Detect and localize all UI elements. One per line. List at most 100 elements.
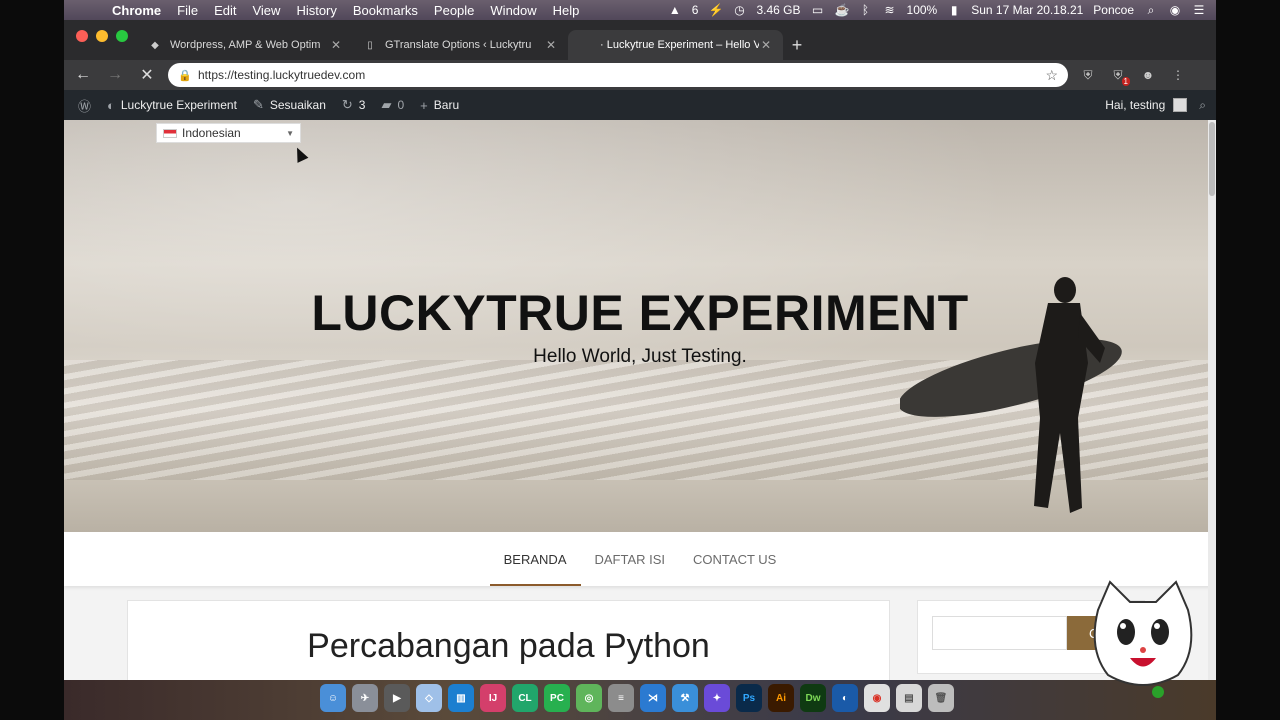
post-title[interactable]: Percabangan pada Python [128, 627, 889, 666]
coffee-icon[interactable]: ☕ [835, 4, 850, 16]
nav-daftar-isi[interactable]: DAFTAR ISI [581, 532, 680, 586]
main-navigation: BERANDA DAFTAR ISI CONTACT US [64, 532, 1216, 586]
stop-loading-button[interactable]: ✕ [136, 64, 158, 86]
comment-icon: ▰ [381, 97, 392, 112]
android-studio-icon[interactable]: ◎ [576, 684, 602, 712]
bookmark-star-icon[interactable]: ☆ [1045, 67, 1058, 84]
shield-extension-icon[interactable]: ⛨ [1078, 66, 1098, 84]
plus-icon: + [420, 97, 428, 113]
app-status-icon[interactable]: ▲ [668, 4, 682, 16]
display-icon[interactable]: ▭ [811, 4, 825, 16]
new-content-link[interactable]: + Baru [412, 90, 467, 120]
xcode-icon[interactable]: ⚒ [672, 684, 698, 712]
ublock-extension-icon[interactable]: ⛨ 1 [1108, 66, 1130, 86]
menu-history[interactable]: History [288, 3, 344, 18]
comments-count: 0 [397, 98, 405, 112]
url-text[interactable]: https://testing.luckytruedev.com [198, 68, 1045, 82]
site-title[interactable]: LUCKYTRUE EXPERIMENT [64, 284, 1216, 342]
close-tab-icon[interactable]: ✕ [329, 38, 343, 52]
forward-button[interactable]: → [104, 64, 126, 86]
shield-icon: ◆ [151, 39, 159, 51]
intellij-icon[interactable]: IJ [480, 684, 506, 712]
cube-icon[interactable]: ◇ [416, 684, 442, 712]
browser-toolbar: ← → ✕ 🔒 https://testing.luckytruedev.com… [64, 60, 1216, 90]
status-count: 6 [691, 3, 699, 17]
language-select[interactable]: Indonesian ▼ [156, 123, 301, 143]
menu-window[interactable]: Window [482, 3, 544, 18]
address-bar[interactable]: 🔒 https://testing.luckytruedev.com ☆ [168, 63, 1068, 87]
tab-gtranslate-options[interactable]: ▯ GTranslate Options ‹ Luckytru ✕ [353, 30, 568, 60]
wifi-icon[interactable]: ≋ [883, 4, 897, 16]
pycharm-icon[interactable]: PC [544, 684, 570, 712]
menu-edit[interactable]: Edit [206, 3, 244, 18]
menu-view[interactable]: View [244, 3, 288, 18]
trello-icon[interactable]: ▥ [448, 684, 474, 712]
safari-icon[interactable]: ◐ [832, 684, 858, 712]
site-name-link[interactable]: ◐ Luckytrue Experiment [99, 90, 245, 120]
photoshop-icon[interactable]: Ps [736, 684, 762, 712]
clion-icon[interactable]: CL [512, 684, 538, 712]
clock-icon[interactable]: ◷ [732, 4, 746, 16]
nav-contact-us[interactable]: CONTACT US [679, 532, 790, 586]
customize-link[interactable]: ✎ Sesuaikan [245, 90, 334, 120]
site-name: Luckytrue Experiment [120, 98, 237, 112]
chrome-menu-icon[interactable]: ⋮ [1168, 66, 1188, 84]
datetime[interactable]: Sun 17 Mar 20.18.21 [971, 3, 1083, 17]
database-icon[interactable]: ≡ [608, 684, 634, 712]
vscode-icon[interactable]: ⋊ [640, 684, 666, 712]
post-card: Percabangan pada Python [127, 600, 890, 680]
battery-percent: 100% [906, 3, 938, 17]
figma-icon[interactable]: ✦ [704, 684, 730, 712]
lock-icon[interactable]: 🔒 [178, 69, 192, 82]
trash-icon[interactable]: 🗑 [928, 684, 954, 712]
page-scrollbar[interactable] [1208, 120, 1216, 680]
finder-icon[interactable]: ☺ [320, 684, 346, 712]
tab-luckytrue-experiment[interactable]: Luckytrue Experiment – Hello V ✕ [568, 30, 783, 60]
search-input[interactable] [932, 616, 1067, 650]
avatar[interactable] [1173, 98, 1188, 112]
site-tagline: Hello World, Just Testing. [533, 346, 747, 367]
launchpad-icon[interactable]: ✈ [352, 684, 378, 712]
nav-beranda[interactable]: BERANDA [489, 532, 581, 586]
menu-file[interactable]: File [169, 3, 206, 18]
files-icon[interactable]: ▤ [896, 684, 922, 712]
extension-badge: 1 [1121, 77, 1130, 86]
tab-wordpress-amp[interactable]: ◆ Wordpress, AMP & Web Optim ✕ [138, 30, 353, 60]
search-icon[interactable]: ⌕ [1195, 98, 1210, 113]
macos-menu-bar: Chrome File Edit View History Bookmarks … [64, 0, 1216, 20]
illustrator-icon[interactable]: Ai [768, 684, 794, 712]
customize-label: Sesuaikan [269, 98, 326, 112]
macos-dock: ☺ ✈ ▶ ◇ ▥ IJ CL PC ◎ ≡ ⋊ ⚒ ✦ Ps Ai Dw ◐ … [64, 680, 1216, 720]
brush-icon: ✎ [252, 97, 264, 112]
notification-center-icon[interactable]: ☰ [1192, 4, 1206, 16]
updates-link[interactable]: ↻ 3 [334, 90, 374, 120]
maximize-window-button[interactable] [116, 30, 128, 42]
back-button[interactable]: ← [72, 64, 94, 86]
comments-link[interactable]: ▰ 0 [373, 90, 412, 120]
page-viewport: LUCKYTRUE EXPERIMENT Hello World, Just T… [64, 120, 1216, 680]
memory-readout: 3.46 GB [756, 3, 801, 17]
dreamweaver-icon[interactable]: Dw [800, 684, 826, 712]
new-tab-button[interactable]: + [783, 30, 811, 60]
panda-extension-icon[interactable]: ☻ [1138, 66, 1158, 84]
user-name[interactable]: Poncoe [1093, 3, 1134, 17]
bluetooth-icon[interactable]: ᛒ [859, 4, 873, 16]
menu-bookmarks[interactable]: Bookmarks [345, 3, 426, 18]
scrollbar-thumb[interactable] [1209, 122, 1215, 196]
close-tab-icon[interactable]: ✕ [544, 38, 558, 52]
siri-icon[interactable]: ◉ [1168, 4, 1182, 16]
battery-icon[interactable]: ▮ [947, 4, 961, 16]
menu-help[interactable]: Help [545, 3, 588, 18]
menu-app-name[interactable]: Chrome [104, 3, 169, 18]
language-selected: Indonesian [182, 126, 241, 140]
final-cut-icon[interactable]: ▶ [384, 684, 410, 712]
user-greeting[interactable]: Hai, testing [1105, 98, 1165, 112]
minimize-window-button[interactable] [96, 30, 108, 42]
spotlight-search-icon[interactable]: ⌕ [1144, 4, 1158, 16]
close-tab-icon[interactable]: ✕ [759, 38, 773, 52]
wordpress-logo-icon[interactable]: Ⓦ [70, 90, 99, 120]
menu-people[interactable]: People [426, 3, 482, 18]
flash-icon[interactable]: ⚡ [708, 4, 723, 16]
chrome-icon[interactable]: ◉ [864, 684, 890, 712]
close-window-button[interactable] [76, 30, 88, 42]
